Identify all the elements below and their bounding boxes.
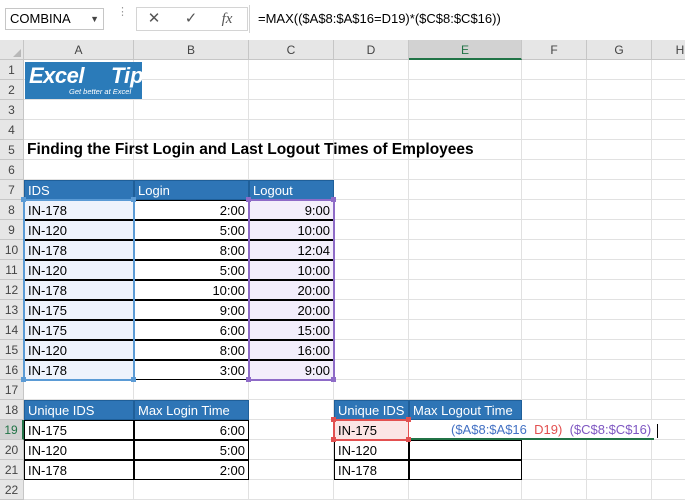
row-header-17[interactable]: 17 bbox=[0, 380, 24, 400]
column-header-a[interactable]: A bbox=[24, 40, 134, 60]
exceltip-logo: Excel Tip Get better at Excel bbox=[25, 62, 144, 99]
unique-id-cell[interactable]: IN-120 bbox=[24, 440, 134, 460]
formula-ref-logout: ($C$8:$C$16) bbox=[569, 422, 652, 437]
spreadsheet-grid[interactable]: A B C D E F G H 1 2 3 4 5 6 7 8 9 10 11 12 13 14 15 16 17 18 19 20 2… bbox=[0, 40, 685, 500]
sheet-title[interactable]: Finding the First Login and Last Logout … bbox=[24, 140, 584, 160]
column-header-h[interactable]: H bbox=[652, 40, 685, 60]
formula-ref-ids: ($A$8:$A$16 bbox=[451, 422, 527, 437]
logo-text: Excel bbox=[29, 63, 85, 88]
range-resize-handle[interactable] bbox=[131, 377, 136, 382]
name-box[interactable]: COMBINA ▼ bbox=[5, 8, 104, 30]
range-resize-handle[interactable] bbox=[246, 197, 251, 202]
row-header-3[interactable]: 3 bbox=[0, 100, 24, 120]
row-header-13[interactable]: 13 bbox=[0, 300, 24, 320]
login-cell[interactable]: 8:00 bbox=[134, 240, 249, 260]
formula-ref-criteria: D19) bbox=[534, 422, 563, 437]
column-header-c[interactable]: C bbox=[249, 40, 334, 60]
table-header[interactable]: Login bbox=[134, 180, 249, 200]
row-header-11[interactable]: 11 bbox=[0, 260, 24, 280]
column-header-e[interactable]: E bbox=[409, 40, 522, 60]
row-header-4[interactable]: 4 bbox=[0, 120, 24, 140]
range-resize-handle[interactable] bbox=[331, 377, 336, 382]
range-highlight-criteria bbox=[333, 419, 410, 441]
column-header-f[interactable]: F bbox=[522, 40, 587, 60]
max-logout-cell[interactable] bbox=[409, 440, 522, 460]
range-resize-handle[interactable] bbox=[246, 377, 251, 382]
row-header-10[interactable]: 10 bbox=[0, 240, 24, 260]
text-cursor bbox=[657, 423, 659, 438]
logo-tagline: Get better at Excel bbox=[69, 87, 132, 96]
table-header[interactable]: Unique IDS bbox=[334, 400, 409, 420]
login-cell[interactable]: 3:00 bbox=[134, 360, 249, 380]
insert-function-icon[interactable]: fx bbox=[211, 8, 243, 30]
name-box-value: COMBINA bbox=[10, 11, 71, 26]
row-header-2[interactable]: 2 bbox=[0, 80, 24, 100]
range-highlight-ids bbox=[23, 199, 135, 381]
row-header-19[interactable]: 19 bbox=[0, 420, 24, 440]
range-resize-handle[interactable] bbox=[331, 197, 336, 202]
unique-id-cell[interactable]: IN-120 bbox=[334, 440, 409, 460]
max-logout-cell[interactable] bbox=[409, 460, 522, 480]
range-resize-handle[interactable] bbox=[406, 417, 411, 422]
range-resize-handle[interactable] bbox=[331, 417, 336, 422]
drag-handle-icon[interactable]: ⋮ bbox=[117, 7, 128, 29]
table-header[interactable]: Max Login Time bbox=[134, 400, 249, 420]
login-cell[interactable]: 5:00 bbox=[134, 220, 249, 240]
unique-id-cell[interactable]: IN-178 bbox=[24, 460, 134, 480]
column-header-b[interactable]: B bbox=[134, 40, 249, 60]
login-cell[interactable]: 6:00 bbox=[134, 320, 249, 340]
max-login-cell[interactable]: 2:00 bbox=[134, 460, 249, 480]
cancel-icon[interactable]: ✕ bbox=[138, 8, 170, 30]
chevron-down-icon[interactable]: ▼ bbox=[90, 9, 99, 29]
row-header-20[interactable]: 20 bbox=[0, 440, 24, 460]
active-cell-editor[interactable]: ($A$8:$A$16 D19) ($C$8:$C$16) bbox=[409, 420, 659, 440]
column-header-d[interactable]: D bbox=[334, 40, 409, 60]
row-header-12[interactable]: 12 bbox=[0, 280, 24, 300]
row-header-6[interactable]: 6 bbox=[0, 160, 24, 180]
range-highlight-logout bbox=[248, 199, 335, 381]
max-login-cell[interactable]: 5:00 bbox=[134, 440, 249, 460]
row-header-1[interactable]: 1 bbox=[0, 60, 24, 80]
range-resize-handle[interactable] bbox=[21, 197, 26, 202]
login-cell[interactable]: 10:00 bbox=[134, 280, 249, 300]
unique-id-cell[interactable]: IN-178 bbox=[334, 460, 409, 480]
table-header[interactable]: Logout bbox=[249, 180, 334, 200]
row-header-21[interactable]: 21 bbox=[0, 460, 24, 480]
row-header-14[interactable]: 14 bbox=[0, 320, 24, 340]
range-resize-handle[interactable] bbox=[406, 437, 411, 442]
row-header-18[interactable]: 18 bbox=[0, 400, 24, 420]
table-header[interactable]: Max Logout Time bbox=[409, 400, 522, 420]
logo-text-tip: Tip bbox=[111, 63, 144, 88]
range-resize-handle[interactable] bbox=[331, 437, 336, 442]
login-cell[interactable]: 2:00 bbox=[134, 200, 249, 220]
login-cell[interactable]: 9:00 bbox=[134, 300, 249, 320]
row-header-8[interactable]: 8 bbox=[0, 200, 24, 220]
range-resize-handle[interactable] bbox=[21, 377, 26, 382]
row-header-5[interactable]: 5 bbox=[0, 140, 24, 160]
enter-icon[interactable]: ✓ bbox=[175, 8, 207, 30]
row-header-9[interactable]: 9 bbox=[0, 220, 24, 240]
unique-id-cell[interactable]: IN-175 bbox=[24, 420, 134, 440]
formula-input[interactable]: =MAX(($A$8:$A$16=D19)*($C$8:$C$16)) bbox=[249, 5, 685, 33]
max-login-cell[interactable]: 6:00 bbox=[134, 420, 249, 440]
login-cell[interactable]: 8:00 bbox=[134, 340, 249, 360]
table-header[interactable]: Unique IDS bbox=[24, 400, 134, 420]
range-resize-handle[interactable] bbox=[131, 197, 136, 202]
table-header[interactable]: IDS bbox=[24, 180, 134, 200]
formula-bar: COMBINA ▼ ⋮ ✕ ✓ fx =MAX(($A$8:$A$16=D19)… bbox=[0, 0, 685, 40]
row-header-22[interactable]: 22 bbox=[0, 480, 24, 500]
column-header-g[interactable]: G bbox=[587, 40, 652, 60]
login-cell[interactable]: 5:00 bbox=[134, 260, 249, 280]
row-header-15[interactable]: 15 bbox=[0, 340, 24, 360]
select-all-corner[interactable] bbox=[0, 40, 24, 60]
